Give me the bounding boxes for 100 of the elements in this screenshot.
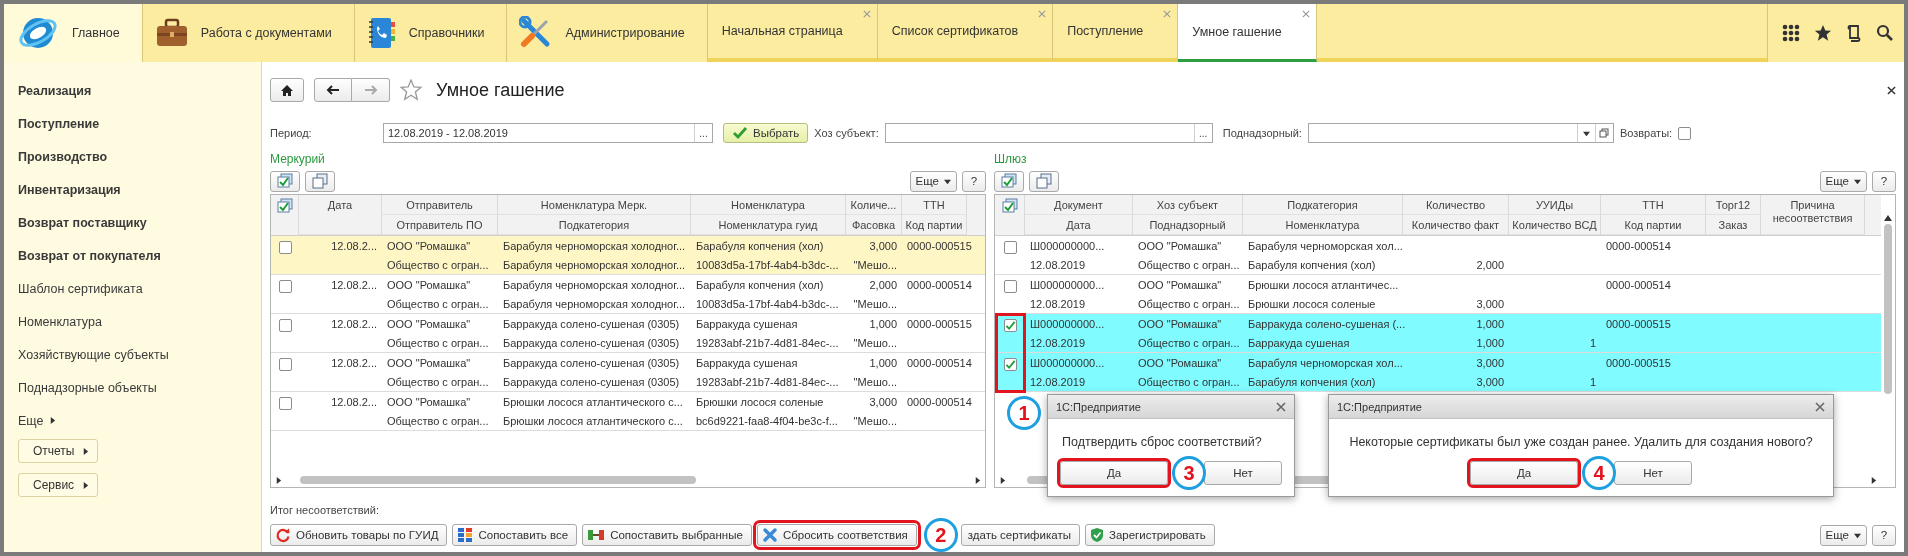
dialog-button[interactable]: Нет <box>1614 461 1692 485</box>
uncheck-all-button[interactable] <box>305 170 335 192</box>
column-header[interactable]: Номенклатура <box>1243 215 1403 235</box>
column-header[interactable]: Подкатегория <box>498 215 691 235</box>
sidebar-item[interactable]: Шаблон сертификата <box>18 272 143 305</box>
action-button[interactable]: Обновить товары по ГУИД <box>270 524 448 546</box>
table-cell: Общество с огран... <box>1138 375 1240 388</box>
checkbox[interactable] <box>278 280 292 293</box>
document-icon[interactable] <box>1846 24 1862 42</box>
column-header[interactable]: Отправитель ПО <box>382 215 498 235</box>
checkbox[interactable] <box>1003 280 1017 293</box>
help-button[interactable]: ? <box>1872 524 1896 546</box>
more-button[interactable]: Еще <box>909 170 957 192</box>
sidebar-item[interactable]: Возврат поставщику <box>18 206 147 239</box>
table-cell: 3,000 <box>869 395 897 408</box>
checkbox[interactable] <box>278 397 292 410</box>
table-cell: Барабуля копчения (хол) <box>696 278 824 291</box>
column-header[interactable]: Фасовка <box>846 215 902 235</box>
tab[interactable]: Начальная страница <box>707 4 878 62</box>
action-button[interactable]: Зарегистрировать <box>1084 524 1215 546</box>
column-header[interactable]: Хоз субъект <box>1133 195 1243 215</box>
dialog-button[interactable]: Да <box>1060 461 1168 485</box>
tab[interactable]: Умное гашение <box>1178 4 1317 62</box>
sidebar-item[interactable]: Поднадзорные объекты <box>18 371 157 404</box>
column-header[interactable]: Заказ <box>1706 215 1761 235</box>
checkbox[interactable] <box>1003 319 1017 332</box>
more-link[interactable]: Еще <box>18 404 57 437</box>
checkbox[interactable] <box>1003 358 1017 371</box>
sidebar-item[interactable]: Возврат от покупателя <box>18 239 161 272</box>
column-header[interactable]: Код партии <box>1601 215 1706 235</box>
select-button[interactable]: Выбрать <box>723 123 809 143</box>
action-button[interactable]: Сопоставить все <box>452 524 578 546</box>
table-cell: 12.08.2... <box>331 395 377 408</box>
check-all-button[interactable] <box>994 170 1024 192</box>
column-header[interactable]: Документ <box>1025 195 1133 215</box>
help-button[interactable]: ? <box>962 170 986 192</box>
checkbox[interactable] <box>1678 126 1692 140</box>
column-header[interactable]: Количество ВСД <box>1509 215 1601 235</box>
column-header[interactable]: Количе... <box>846 195 902 215</box>
table-row[interactable]: Ш000000000... 12.08.2019 ООО "Ромашка" Общество с огран... Барракуда солено-сушеная (... Барракуда сушеная 1,000 1,000 1 0000-000515 <box>995 314 1881 353</box>
scroll-up-icon[interactable] <box>1884 215 1892 221</box>
column-header[interactable]: Дата <box>1025 215 1133 235</box>
column-header[interactable]: Код партии <box>902 215 967 235</box>
sidebar-item[interactable]: Хозяйствующие субъекты <box>18 338 169 371</box>
home-section[interactable]: Главное <box>4 4 143 62</box>
column-header[interactable]: ТТН <box>1601 195 1706 215</box>
help-button[interactable]: ? <box>1872 170 1896 192</box>
tab[interactable]: Список сертификатов <box>877 4 1054 62</box>
caret-down-icon <box>1582 129 1590 137</box>
column-header[interactable]: Отправитель <box>382 195 498 215</box>
column-header[interactable]: Дата <box>299 195 382 235</box>
sidebar-item[interactable]: Номенклатура <box>18 305 102 338</box>
star-icon[interactable] <box>400 79 422 101</box>
sidebar-item[interactable]: Производство <box>18 140 108 173</box>
action-button[interactable]: Сопоставить выбранные <box>582 524 752 546</box>
column-header[interactable]: Количество <box>1403 195 1509 215</box>
grid-icon[interactable] <box>1782 24 1800 42</box>
search-icon[interactable] <box>1876 24 1894 42</box>
summary-label: Итог несоответствий: <box>270 503 379 518</box>
star-icon[interactable] <box>1814 24 1832 42</box>
table-cell: ООО "Ромашка" <box>387 356 471 369</box>
column-header[interactable]: ТТН <box>902 195 967 215</box>
column-header[interactable]: Номенклатура гуид <box>691 215 846 235</box>
dialog-button[interactable]: Да <box>1470 461 1578 485</box>
check-all-button[interactable] <box>270 170 300 192</box>
sidebar-item[interactable]: Инвентаризация <box>18 173 121 206</box>
column-header[interactable]: Торг12 <box>1706 195 1761 215</box>
checkbox[interactable] <box>278 358 292 371</box>
table-row[interactable]: 12.08.2... ООО "Ромашка" Общество с огран... Барабуля черноморская холодног... Барабуля черноморская холодног... Барабуля копчения (хол) 10083d5a-17bf-4ab4-b3dc-... 3,000 "Мешо... 0000-000515 <box>271 236 985 275</box>
supervised-field[interactable] <box>1307 123 1614 143</box>
column-header[interactable]: Количество факт <box>1403 215 1509 235</box>
column-header[interactable]: Поднадзорный <box>1133 215 1243 235</box>
sidebar-item[interactable]: Поступление <box>18 107 100 140</box>
close-icon[interactable] <box>1887 85 1896 95</box>
table-row[interactable]: Ш000000000... 12.08.2019 ООО "Ромашка" Общество с огран... Барабуля черноморская хол... Барабуля копчения (хол) 3,000 3,000 1 0000-000515 <box>995 353 1881 392</box>
dialog-button[interactable]: Нет <box>1204 461 1282 485</box>
column-header[interactable]: УУИДы <box>1509 195 1601 215</box>
sidebar-button[interactable]: Сервис <box>18 473 99 497</box>
back-button[interactable] <box>314 78 352 102</box>
checkbox[interactable] <box>1003 241 1017 254</box>
action-button[interactable]: здать сертификаты <box>960 524 1080 546</box>
home-button[interactable] <box>270 78 304 102</box>
table-cell: Барабуля черноморская холодног... <box>503 297 686 310</box>
table-cell: 1,000 <box>869 356 897 369</box>
subject-field[interactable]: ... <box>884 123 1213 143</box>
column-header[interactable]: Подкатегория <box>1243 195 1403 215</box>
table-cell: Барракуда солено-сушеная (... <box>1248 317 1406 330</box>
checkbox[interactable] <box>278 241 292 254</box>
checkbox[interactable] <box>278 319 292 332</box>
period-field[interactable]: 12.08.2019 - 12.08.2019 ... <box>383 123 713 143</box>
sidebar-button[interactable]: Отчеты <box>18 439 99 463</box>
column-header[interactable]: Номенклатура <box>691 195 846 215</box>
column-header[interactable]: Причина несоответствия <box>1761 195 1865 235</box>
uncheck-all-button[interactable] <box>1029 170 1059 192</box>
more-button[interactable]: Еще <box>1819 170 1867 192</box>
tab[interactable]: Поступление <box>1053 4 1179 62</box>
column-header[interactable]: Номенклатура Мерк. <box>498 195 691 215</box>
more-button[interactable]: Еще <box>1819 524 1867 546</box>
caret-right-icon <box>974 476 981 484</box>
sidebar-item[interactable]: Реализация <box>18 74 92 107</box>
